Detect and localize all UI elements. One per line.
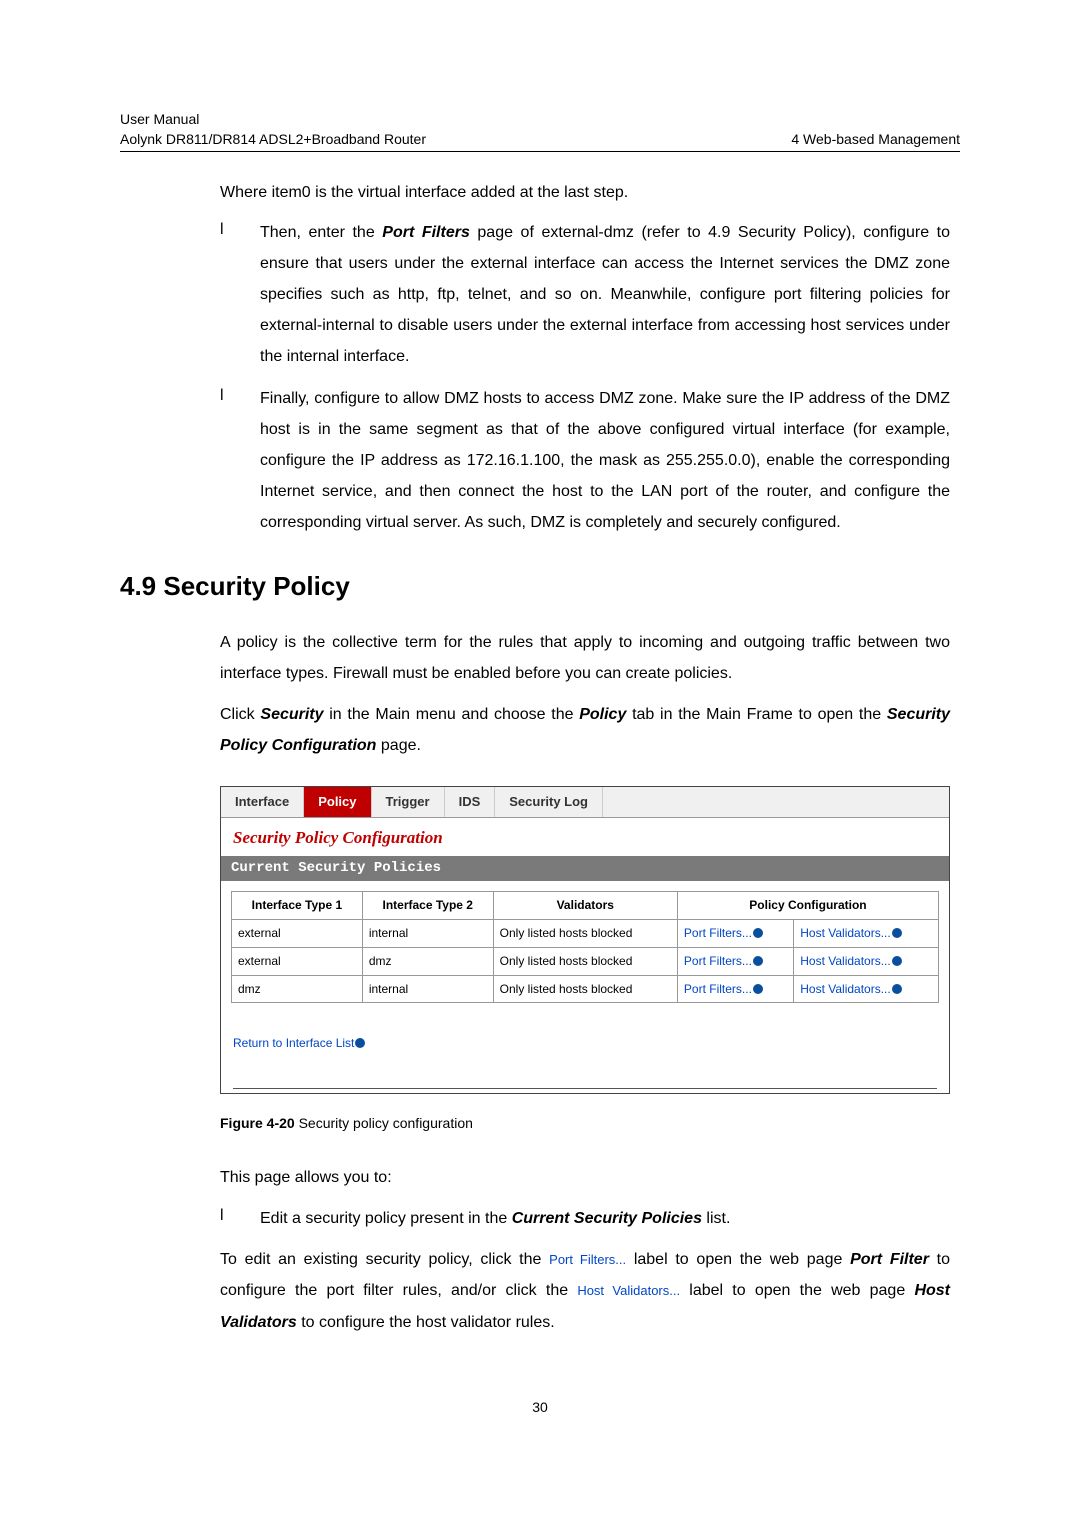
- header-right: 4 Web-based Management: [791, 130, 960, 150]
- cell-iftype1: external: [232, 947, 363, 975]
- tab-policy[interactable]: Policy: [304, 787, 371, 817]
- cell-validators: Only listed hosts blocked: [493, 975, 677, 1003]
- table-row: external internal Only listed hosts bloc…: [232, 919, 939, 947]
- cell-host-validators[interactable]: Host Validators...: [794, 919, 939, 947]
- para2-d: Policy: [579, 706, 626, 723]
- return-interface-list-link[interactable]: Return to Interface List: [233, 1036, 365, 1050]
- figure-subbar: Current Security Policies: [221, 856, 949, 882]
- figure-caption-text: Security policy configuration: [295, 1115, 473, 1131]
- cell-host-validators[interactable]: Host Validators...: [794, 975, 939, 1003]
- after-bullet-c: list.: [702, 1210, 730, 1227]
- edit-paragraph: To edit an existing security policy, cli…: [220, 1244, 950, 1338]
- arrow-icon: [892, 928, 902, 938]
- host-validators-link[interactable]: Host Validators...: [800, 926, 890, 940]
- after-bullet-b: Current Security Policies: [512, 1210, 702, 1227]
- para2-c: in the Main menu and choose the: [324, 706, 580, 723]
- bullet-text: Finally, configure to allow DMZ hosts to…: [260, 383, 950, 539]
- section-body: A policy is the collective term for the …: [120, 627, 960, 1338]
- section-heading: 4.9 Security Policy: [120, 568, 960, 604]
- cell-port-filters[interactable]: Port Filters...: [677, 975, 793, 1003]
- bullet1-bold: Port Filters: [382, 224, 470, 241]
- cell-port-filters[interactable]: Port Filters...: [677, 947, 793, 975]
- para2-g: page.: [376, 737, 420, 754]
- th-iftype1: Interface Type 1: [232, 892, 363, 920]
- edit-e: label to open the web page: [680, 1282, 914, 1299]
- bullet-text: Then, enter the Port Filters page of ext…: [260, 217, 950, 373]
- tab-trigger[interactable]: Trigger: [372, 787, 445, 817]
- bullet-2: l Finally, configure to allow DMZ hosts …: [220, 383, 950, 539]
- figure-security-policy: Interface Policy Trigger IDS Security Lo…: [220, 786, 950, 1095]
- table-row: external dmz Only listed hosts blocked P…: [232, 947, 939, 975]
- intro-line: Where item0 is the virtual interface add…: [220, 182, 950, 204]
- arrow-icon: [892, 984, 902, 994]
- bullet-marker: l: [220, 1203, 260, 1234]
- header-line2: Aolynk DR811/DR814 ADSL2+Broadband Route…: [120, 130, 426, 150]
- bullet-1: l Then, enter the Port Filters page of e…: [220, 217, 950, 373]
- cell-validators: Only listed hosts blocked: [493, 947, 677, 975]
- cell-iftype2: dmz: [362, 947, 493, 975]
- page-header: User Manual Aolynk DR811/DR814 ADSL2+Bro…: [120, 110, 960, 152]
- cell-iftype2: internal: [362, 975, 493, 1003]
- cell-iftype2: internal: [362, 919, 493, 947]
- body-content: Where item0 is the virtual interface add…: [120, 182, 960, 538]
- figure-title: Security Policy Configuration: [221, 818, 949, 856]
- bullet-edit: l Edit a security policy present in the …: [220, 1203, 950, 1234]
- edit-g: to configure the host validator rules.: [297, 1314, 555, 1331]
- port-filters-link[interactable]: Port Filters...: [684, 954, 752, 968]
- th-iftype2: Interface Type 2: [362, 892, 493, 920]
- para2-e: tab in the Main Frame to open the: [626, 706, 887, 723]
- port-filters-inline-link[interactable]: Port Filters...: [549, 1252, 626, 1267]
- bullet-marker: l: [220, 383, 260, 539]
- figure-caption-number: Figure 4-20: [220, 1115, 295, 1131]
- bullet-text: Edit a security policy present in the Cu…: [260, 1203, 950, 1234]
- cell-iftype1: external: [232, 919, 363, 947]
- host-validators-inline-link[interactable]: Host Validators...: [577, 1283, 680, 1298]
- table-header-row: Interface Type 1 Interface Type 2 Valida…: [232, 892, 939, 920]
- after-bullet-a: Edit a security policy present in the: [260, 1210, 512, 1227]
- figure-caption: Figure 4-20 Security policy configuratio…: [220, 1114, 950, 1134]
- cell-host-validators[interactable]: Host Validators...: [794, 947, 939, 975]
- port-filters-link[interactable]: Port Filters...: [684, 926, 752, 940]
- header-line1: User Manual: [120, 110, 426, 130]
- cell-iftype1: dmz: [232, 975, 363, 1003]
- after-fig-line: This page allows you to:: [220, 1162, 950, 1193]
- table-row: dmz internal Only listed hosts blocked P…: [232, 975, 939, 1003]
- tab-ids[interactable]: IDS: [445, 787, 496, 817]
- page-number: 30: [120, 1398, 960, 1418]
- th-validators: Validators: [493, 892, 677, 920]
- tab-security-log[interactable]: Security Log: [495, 787, 603, 817]
- th-policyconfig: Policy Configuration: [677, 892, 938, 920]
- arrow-icon: [753, 956, 763, 966]
- edit-c: Port Filter: [850, 1251, 929, 1268]
- arrow-icon: [892, 956, 902, 966]
- figure-table-wrap: Interface Type 1 Interface Type 2 Valida…: [221, 881, 949, 1007]
- arrow-icon: [753, 928, 763, 938]
- edit-a: To edit an existing security policy, cli…: [220, 1251, 549, 1268]
- bullet-marker: l: [220, 217, 260, 373]
- host-validators-link[interactable]: Host Validators...: [800, 954, 890, 968]
- figure-tabs: Interface Policy Trigger IDS Security Lo…: [221, 787, 949, 818]
- cell-port-filters[interactable]: Port Filters...: [677, 919, 793, 947]
- para2-a: Click: [220, 706, 260, 723]
- arrow-icon: [753, 984, 763, 994]
- bullet1-rest: page of external-dmz (refer to 4.9 Secur…: [260, 224, 950, 366]
- cell-validators: Only listed hosts blocked: [493, 919, 677, 947]
- para2-b: Security: [260, 706, 323, 723]
- port-filters-link[interactable]: Port Filters...: [684, 982, 752, 996]
- bullet1-prefix: Then, enter the: [260, 224, 382, 241]
- figure-divider: [233, 1088, 937, 1089]
- section-para1: A policy is the collective term for the …: [220, 627, 950, 689]
- host-validators-link[interactable]: Host Validators...: [800, 982, 890, 996]
- arrow-icon: [355, 1038, 365, 1048]
- figure-footer: Return to Interface List: [221, 1007, 949, 1088]
- tab-interface[interactable]: Interface: [221, 787, 304, 817]
- header-left: User Manual Aolynk DR811/DR814 ADSL2+Bro…: [120, 110, 426, 149]
- return-link-text: Return to Interface List: [233, 1036, 354, 1050]
- policies-table: Interface Type 1 Interface Type 2 Valida…: [231, 891, 939, 1003]
- section-para2: Click Security in the Main menu and choo…: [220, 699, 950, 761]
- edit-b: label to open the web page: [626, 1251, 850, 1268]
